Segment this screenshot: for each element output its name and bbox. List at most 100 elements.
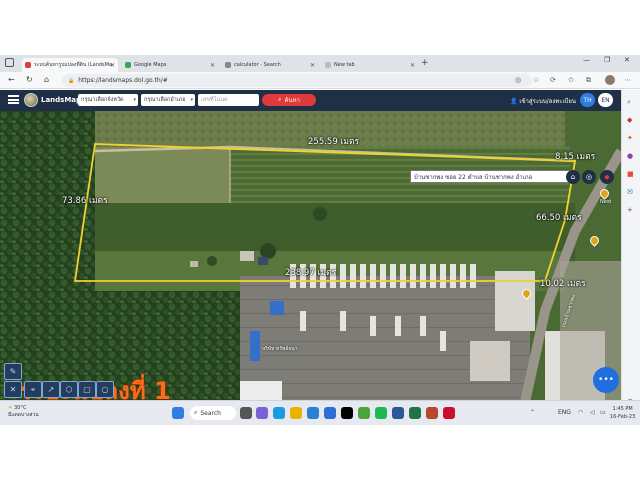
menu-icon[interactable] (8, 95, 19, 104)
tab-calculator[interactable]: calculator - Search ✕ (222, 58, 318, 72)
task-view-icon[interactable] (240, 407, 252, 419)
favorites-icon[interactable]: ✩ (568, 76, 574, 84)
measure-tool-icon[interactable]: ✕ (4, 381, 22, 398)
shopping-icon[interactable]: ◆ (627, 116, 632, 124)
favorite-icon[interactable]: ☆ (533, 76, 539, 84)
tab-actions-icon[interactable] (5, 58, 14, 67)
browser-sidebar: ⌕ ◆ ✦ ● ■ ✉ + ⚙ ▤ (621, 90, 640, 425)
browser-tab-bar: ระบบค้นหารูปแปลงที่ดิน (LandsMaps ✕ Goog… (0, 55, 640, 72)
clock-time: 1:45 PM (612, 406, 633, 412)
tab-title: Google Maps (134, 62, 167, 68)
windows-start-icon[interactable] (172, 407, 184, 419)
back-icon[interactable]: ← (8, 75, 15, 84)
mail-icon[interactable] (307, 407, 319, 419)
url-field[interactable]: 🔒 https://landsmaps.dol.go.th/# (62, 74, 532, 87)
store-icon[interactable] (324, 407, 336, 419)
edge-icon[interactable] (273, 407, 285, 419)
location-icon[interactable]: ◎ (515, 76, 521, 84)
more-icon[interactable]: ⋯ (624, 76, 631, 84)
clock[interactable]: 1:45 PM 16-Feb-23 (610, 405, 635, 421)
tab-google-maps[interactable]: Google Maps ✕ (122, 58, 218, 72)
more-actions-button[interactable]: ••• (593, 367, 619, 393)
map-view[interactable]: บ้านชากพง ซอย 22 ตำบล บ้านชากพง อำเภอ ⌂ … (0, 111, 621, 425)
home-icon[interactable]: ⌂ (44, 75, 49, 84)
close-icon[interactable]: ✕ (410, 62, 415, 69)
maximize-icon[interactable]: ❐ (604, 56, 610, 64)
line-tool-icon[interactable]: ↗ (42, 381, 60, 398)
avatar[interactable] (605, 75, 615, 85)
tab-title: New tab (334, 62, 355, 68)
weather-desc: มีแดดบางส่วน (8, 412, 39, 418)
excel-icon[interactable] (409, 407, 421, 419)
deed-number-input[interactable]: เลขที่โฉนด (198, 94, 259, 106)
district-select[interactable]: กรุณาเลือกอำเภอ ▾ (141, 94, 195, 106)
close-window-icon[interactable]: ✕ (624, 56, 630, 64)
layers-icon[interactable]: ◆ (600, 170, 614, 184)
powerpoint-icon[interactable] (426, 407, 438, 419)
weather-icon: ☀ (8, 405, 13, 411)
rectangle-tool-icon[interactable]: ▢ (78, 381, 96, 398)
home-icon[interactable]: ⌂ (566, 170, 580, 184)
search-button[interactable]: ⌕ ค้นหา (262, 94, 316, 106)
collections-icon[interactable]: ⧉ (586, 76, 591, 85)
chevron-down-icon: ▾ (190, 97, 193, 103)
volume-icon[interactable]: ◁ (590, 409, 595, 416)
new-tab-button[interactable]: + (421, 58, 429, 68)
app-header: LandsMaps กรุณาเลือกจังหวัด ▾ กรุณาเลือก… (0, 90, 621, 111)
taskbar-search[interactable]: ⌕ Search (190, 406, 236, 420)
province-select[interactable]: กรุณาเลือกจังหวัด ▾ (78, 94, 138, 106)
battery-icon[interactable]: ▭ (600, 409, 606, 416)
login-link[interactable]: 👤 เข้าสู่ระบบ/ลงทะเบียน (510, 96, 576, 106)
tab-title: calculator - Search (234, 62, 281, 68)
chevron-down-icon: ▾ (133, 97, 136, 103)
lock-icon: 🔒 (68, 77, 75, 84)
minimize-icon[interactable]: — (583, 56, 590, 64)
map-pin-icon (25, 62, 31, 68)
close-icon[interactable]: ✕ (210, 62, 215, 69)
tab-landsmaps[interactable]: ระบบค้นหารูปแปลงที่ดิน (LandsMaps ✕ (22, 58, 118, 72)
deed-number-placeholder: เลขที่โฉนด (201, 97, 228, 103)
tab-newtab[interactable]: New tab ✕ (322, 58, 418, 72)
refresh-page-icon[interactable]: ⟳ (550, 76, 556, 84)
tiktok-icon[interactable] (341, 407, 353, 419)
photos-icon[interactable] (358, 407, 370, 419)
close-icon[interactable]: ✕ (310, 62, 315, 69)
word-icon[interactable] (392, 407, 404, 419)
chat-icon[interactable] (256, 407, 268, 419)
language-indicator[interactable]: ENG (558, 409, 571, 416)
acrobat-icon[interactable] (443, 407, 455, 419)
address-bar: ← ↻ ⌂ 🔒 https://landsmaps.dol.go.th/# ◎ … (0, 72, 640, 89)
draw-tool-icon[interactable]: ✎ (4, 363, 22, 380)
games-icon[interactable]: ● (627, 152, 633, 160)
measure-right: 66.50 เมตร (536, 213, 582, 223)
close-icon[interactable]: ✕ (110, 62, 115, 69)
outlook-icon[interactable]: ✉ (627, 188, 633, 196)
search-icon[interactable]: ⌕ (627, 98, 631, 107)
province-select-value: กรุณาเลือกจังหวัด (81, 97, 124, 103)
file-explorer-icon[interactable] (290, 407, 302, 419)
measure-left: 73.86 เมตร (62, 196, 108, 206)
weather-widget[interactable]: ☀ 30°C มีแดดบางส่วน (8, 405, 39, 419)
wifi-icon[interactable]: ◠ (578, 409, 583, 416)
globe-icon[interactable]: ◎ (582, 170, 596, 184)
office-icon[interactable]: ■ (627, 170, 634, 178)
clock-date: 16-Feb-23 (610, 414, 636, 420)
measure-top: 255.59 เมตร (308, 137, 360, 147)
circle-tool-icon[interactable]: ○ (96, 381, 114, 398)
shop-label: บริษัท ทรัพย์ธนา (262, 346, 298, 352)
url-text: https://landsmaps.dol.go.th/# (78, 77, 168, 84)
spotify-icon[interactable] (375, 407, 387, 419)
search-icon: ⌕ (278, 96, 282, 103)
tray-chevron-icon[interactable]: ⌃ (530, 409, 535, 416)
polygon-tool-icon[interactable]: ⬡ (60, 381, 78, 398)
taskbar-search-label: Search (200, 409, 221, 417)
add-icon[interactable]: + (627, 206, 633, 214)
tools-icon[interactable]: ✦ (627, 134, 633, 142)
measure-bottom-right: 10.02 เมตร (540, 279, 586, 289)
reload-icon[interactable]: ↻ (26, 75, 33, 84)
lang-th-button[interactable]: TH (580, 93, 595, 107)
pin-tool-icon[interactable]: ⌖ (24, 381, 42, 398)
lang-en-button[interactable]: EN (598, 93, 613, 107)
screen: ระบบค้นหารูปแปลงที่ดิน (LandsMaps ✕ Goog… (0, 55, 640, 425)
search-icon (225, 62, 231, 68)
